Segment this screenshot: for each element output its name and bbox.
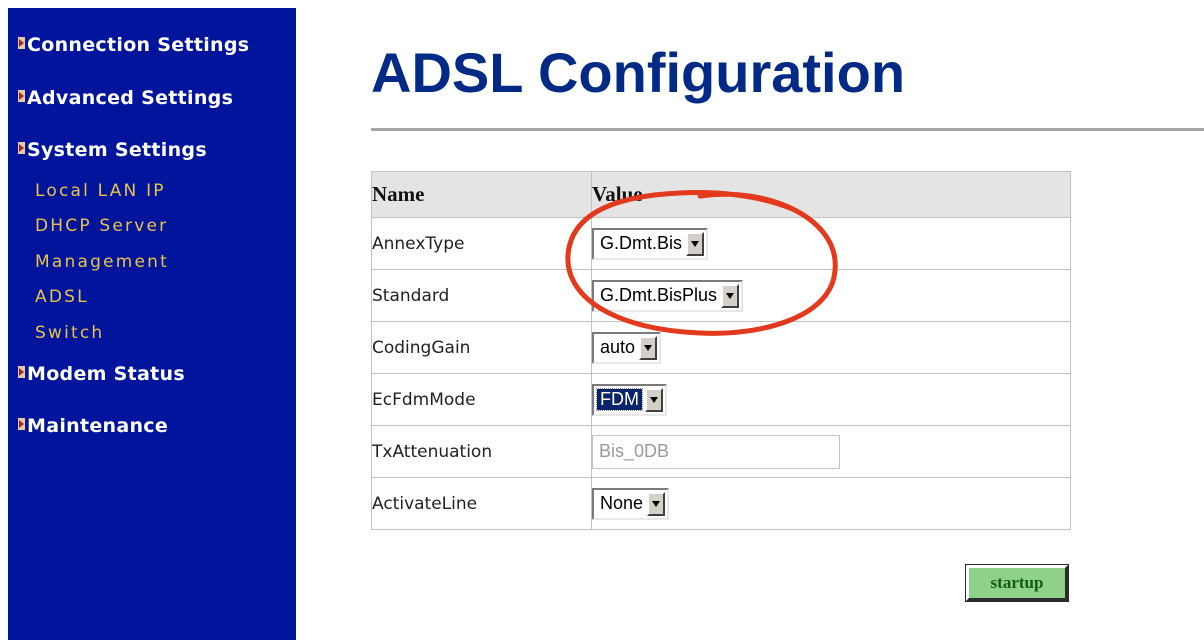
chevron-down-icon[interactable] <box>721 283 740 308</box>
standard-label: Standard <box>371 269 592 322</box>
startup-button[interactable]: startup <box>965 564 1069 602</box>
title-divider <box>371 128 1204 131</box>
ec-fdm-mode-select[interactable]: FDM <box>592 383 667 416</box>
annex-type-value: G.Dmt.Bis <box>600 233 683 253</box>
standard-value: G.Dmt.BisPlus <box>600 285 718 305</box>
arrow-right-icon <box>18 142 25 154</box>
activate-line-select[interactable]: None <box>592 487 670 520</box>
chevron-down-icon[interactable] <box>647 491 666 516</box>
activate-line-label: ActivateLine <box>371 477 592 530</box>
column-header-value: Value <box>591 171 1071 218</box>
coding-gain-label: CodingGain <box>371 321 592 374</box>
column-header-name: Name <box>371 171 592 218</box>
table-row: EcFdmMode FDM <box>371 373 1071 426</box>
annex-type-label: AnnexType <box>371 217 592 270</box>
chevron-down-icon[interactable] <box>645 387 663 412</box>
sidebar-section-label: Advanced Settings <box>27 87 234 109</box>
sidebar-item-label: Management <box>35 252 169 272</box>
table-row: CodingGain auto <box>371 321 1071 374</box>
chevron-down-icon[interactable] <box>639 335 658 360</box>
table-row: TxAttenuation Bis_0DB <box>371 425 1071 478</box>
sidebar-section-connection-settings[interactable]: Connection Settings <box>18 30 249 60</box>
sidebar-item-switch[interactable]: Switch <box>35 320 104 346</box>
table-row: Standard G.Dmt.BisPlus <box>371 269 1071 322</box>
ec-fdm-mode-value: FDM <box>596 388 643 411</box>
table-row: ActivateLine None <box>371 477 1071 530</box>
chevron-down-icon[interactable] <box>686 231 705 256</box>
adsl-config-table: Name Value AnnexType G.Dmt.Bis Standard … <box>371 171 1071 530</box>
arrow-right-icon <box>18 90 25 102</box>
sidebar-section-label: Connection Settings <box>27 34 250 56</box>
sidebar-item-label: Switch <box>35 323 105 343</box>
coding-gain-value: auto <box>600 337 636 357</box>
sidebar-item-dhcp-server[interactable]: DHCP Server <box>35 213 168 239</box>
sidebar-item-adsl[interactable]: ADSL <box>35 284 89 310</box>
sidebar-item-label: ADSL <box>35 287 89 307</box>
sidebar-item-label: DHCP Server <box>35 216 169 236</box>
sidebar-section-maintenance[interactable]: Maintenance <box>18 411 168 441</box>
sidebar-item-label: Local LAN IP <box>35 181 166 201</box>
sidebar-section-advanced-settings[interactable]: Advanced Settings <box>18 83 233 113</box>
sidebar-section-label: Maintenance <box>27 415 169 437</box>
annex-type-select[interactable]: G.Dmt.Bis <box>592 227 709 260</box>
tx-attenuation-field[interactable]: Bis_0DB <box>592 434 840 469</box>
tx-attenuation-label: TxAttenuation <box>371 425 592 478</box>
arrow-right-icon <box>18 37 25 49</box>
sidebar-item-management[interactable]: Management <box>35 249 169 275</box>
sidebar-section-modem-status[interactable]: Modem Status <box>18 359 185 389</box>
activate-line-value: None <box>600 493 644 513</box>
sidebar: Connection Settings Advanced Settings Sy… <box>8 8 296 640</box>
ec-fdm-mode-label: EcFdmMode <box>371 373 592 426</box>
sidebar-section-label: Modem Status <box>27 363 185 385</box>
standard-select[interactable]: G.Dmt.BisPlus <box>592 279 744 312</box>
arrow-right-icon <box>18 366 25 378</box>
sidebar-item-local-lan-ip[interactable]: Local LAN IP <box>35 178 166 204</box>
page-title: ADSL Configuration <box>371 41 906 104</box>
sidebar-section-system-settings[interactable]: System Settings <box>18 135 207 165</box>
table-row: AnnexType G.Dmt.Bis <box>371 217 1071 270</box>
table-header-row: Name Value <box>371 171 1071 218</box>
coding-gain-select[interactable]: auto <box>592 331 662 364</box>
sidebar-section-label: System Settings <box>27 139 207 161</box>
arrow-right-icon <box>18 418 25 430</box>
